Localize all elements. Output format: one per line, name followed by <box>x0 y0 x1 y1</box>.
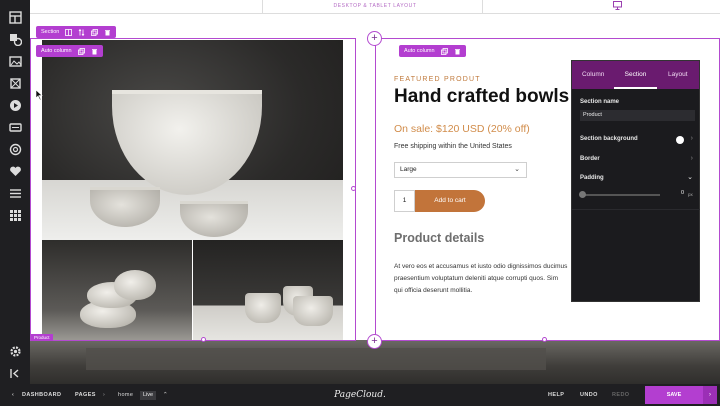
section-toolbar-label: Section <box>41 29 60 35</box>
right-column-toolbar: Auto column <box>399 45 466 57</box>
shapes-icon[interactable] <box>9 33 22 46</box>
bottom-handle-right[interactable] <box>542 337 547 342</box>
heart-icon[interactable] <box>9 165 22 178</box>
rug-shape <box>86 348 546 370</box>
product-price: On sale: $120 USD (20% off) <box>394 123 530 135</box>
chevron-down-icon: ⌄ <box>514 166 520 173</box>
stack-bowl-3 <box>114 270 156 300</box>
border-label[interactable]: Border <box>580 156 600 162</box>
settings-gear-icon[interactable] <box>9 345 22 358</box>
quantity-field[interactable]: 1 <box>394 190 415 212</box>
chevron-down-icon[interactable]: ⌄ <box>687 173 693 181</box>
video-icon[interactable] <box>9 99 22 112</box>
chevron-right-icon[interactable]: › <box>691 135 693 142</box>
section-name-input[interactable]: Product <box>580 110 695 121</box>
layout-banner: DESKTOP & TABLET LAYOUT <box>30 0 720 14</box>
left-column-toolbar: Auto column <box>36 45 103 57</box>
columns-icon[interactable] <box>65 28 73 36</box>
chevron-right-icon[interactable]: › <box>691 155 693 162</box>
padding-slider-knob[interactable] <box>579 191 586 198</box>
panel-tabs: Column Section Layout <box>572 61 699 89</box>
size-select-value: Large <box>400 166 417 173</box>
redo-button[interactable]: REDO <box>612 384 630 406</box>
embed-icon[interactable] <box>9 121 22 134</box>
tool-rail <box>0 0 30 384</box>
cups-image[interactable] <box>193 240 343 340</box>
duplicate-icon[interactable] <box>91 28 99 36</box>
menu-icon[interactable] <box>9 187 22 200</box>
save-options-chevron-icon[interactable]: › <box>703 386 717 404</box>
trash-icon[interactable] <box>104 29 111 36</box>
cup-1 <box>245 293 281 323</box>
padding-value[interactable]: 0 <box>664 190 684 199</box>
size-select[interactable]: Large ⌄ <box>394 162 527 178</box>
save-button[interactable]: SAVE <box>645 386 703 404</box>
padding-slider-track[interactable] <box>582 194 660 196</box>
bottom-bar: ‹ DASHBOARD PAGES › home Live ⌃ PageClou… <box>0 384 720 406</box>
apps-grid-icon[interactable] <box>9 209 22 222</box>
section-settings-panel: Column Section Layout Section name Produ… <box>571 60 700 302</box>
product-title: Hand crafted bowls <box>394 86 570 107</box>
email-icon[interactable] <box>9 143 22 156</box>
add-to-cart-button[interactable]: Add to cart <box>415 190 485 212</box>
bowls-hero-image[interactable] <box>42 40 343 240</box>
collapse-rail-icon[interactable] <box>9 367 22 380</box>
background-color-swatch[interactable] <box>676 136 684 144</box>
shipping-note: Free shipping within the United States <box>394 143 512 150</box>
padding-unit: px <box>688 192 693 197</box>
help-button[interactable]: HELP <box>548 384 564 406</box>
left-column-toolbar-label: Auto column <box>41 48 72 54</box>
section-name-label: Section name <box>580 99 620 105</box>
reorder-icon[interactable] <box>78 28 85 36</box>
bottom-handle-left[interactable] <box>201 337 206 342</box>
right-column-toolbar-label: Auto column <box>404 48 435 54</box>
trash-icon[interactable] <box>454 48 461 55</box>
monitor-icon[interactable] <box>613 1 622 10</box>
tab-section[interactable]: Section <box>614 61 657 89</box>
padding-label[interactable]: Padding <box>580 175 604 181</box>
section-background-label[interactable]: Section background <box>580 136 638 142</box>
trash-icon[interactable] <box>91 48 98 55</box>
section-name-tag[interactable]: Product <box>31 334 53 341</box>
column-resize-handle[interactable] <box>351 186 356 191</box>
layout-icon[interactable] <box>9 11 22 24</box>
product-eyebrow: FEATURED PRODUT <box>394 76 481 83</box>
product-details-heading: Product details <box>394 231 485 245</box>
tab-layout[interactable]: Layout <box>657 61 699 89</box>
section-toolbar: Section <box>36 26 117 38</box>
cup-3 <box>293 296 333 326</box>
add-section-below-button[interactable]: + <box>367 334 382 349</box>
gallery-icon[interactable] <box>9 77 22 90</box>
add-section-above-button[interactable]: + <box>367 31 382 46</box>
duplicate-icon[interactable] <box>440 47 448 55</box>
image-icon[interactable] <box>9 55 22 68</box>
panel-divider <box>572 209 700 210</box>
duplicate-icon[interactable] <box>77 47 85 55</box>
mouse-cursor-icon <box>36 90 43 100</box>
stacked-bowls-image[interactable] <box>42 240 192 340</box>
undo-button[interactable]: UNDO <box>580 384 598 406</box>
tab-column[interactable]: Column <box>572 61 614 89</box>
